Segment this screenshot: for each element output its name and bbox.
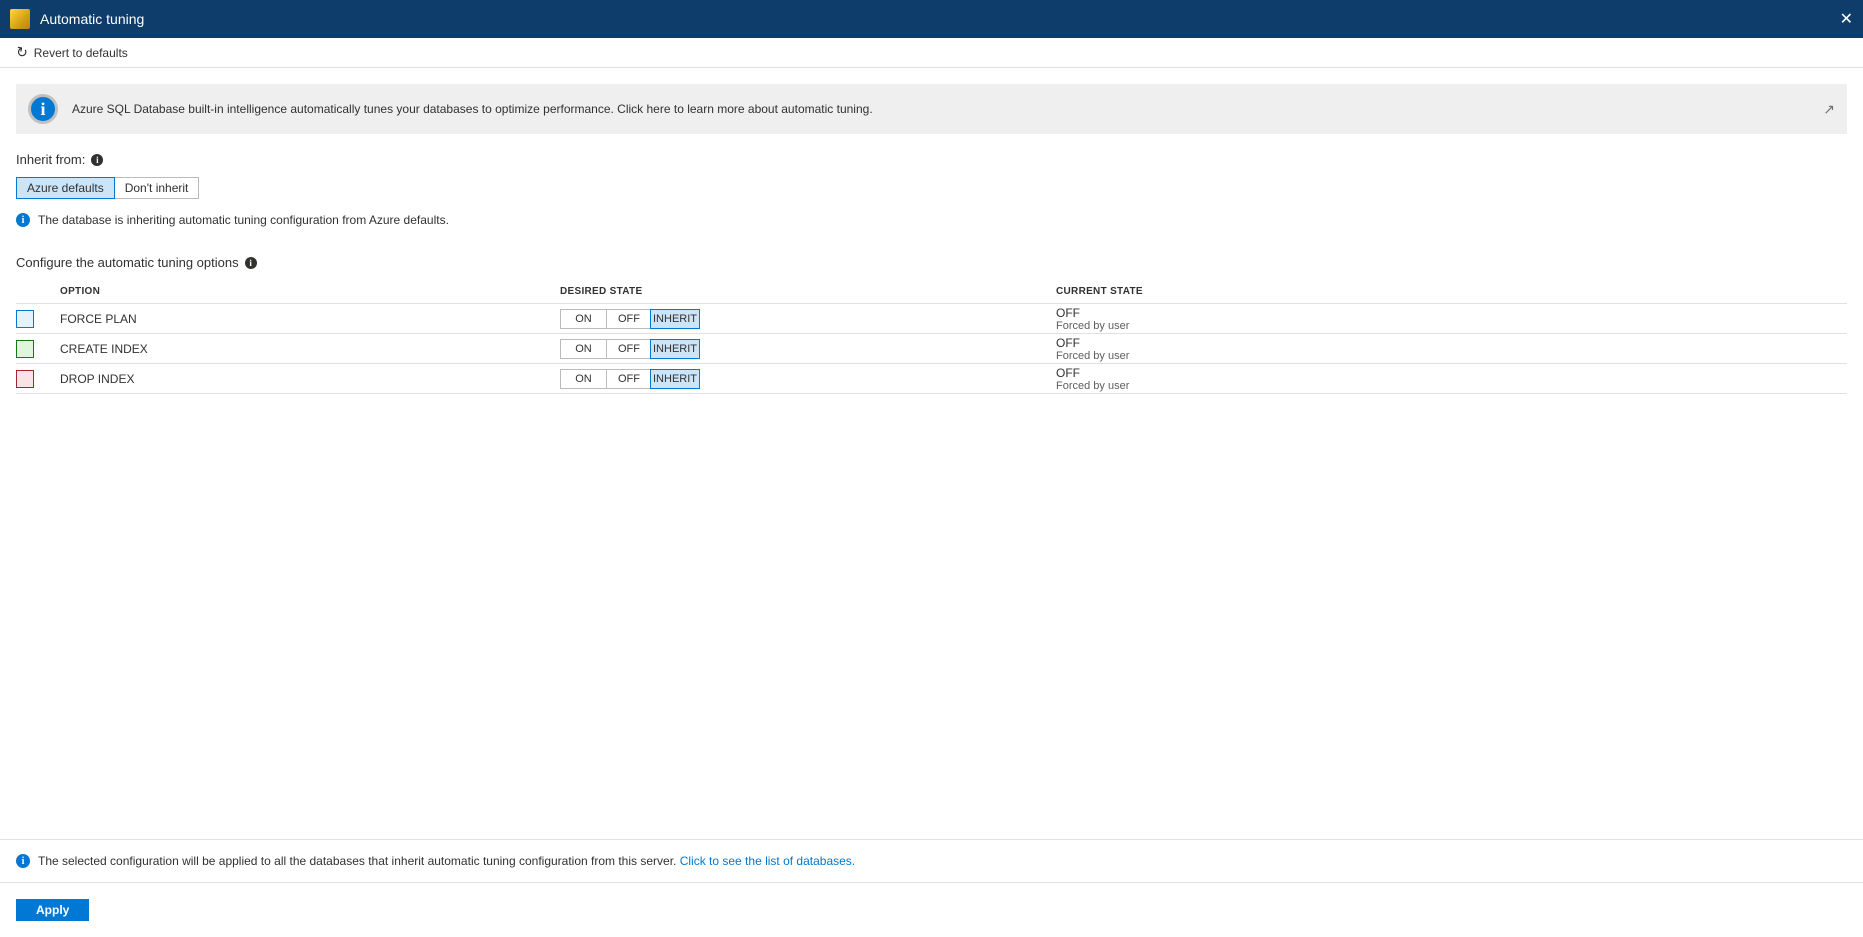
create-index-icon <box>16 340 34 358</box>
toolbar: ↺ Revert to defaults <box>0 38 1863 68</box>
current-state-value: OFF <box>1056 306 1847 320</box>
column-option: OPTION <box>60 286 560 297</box>
table-row: CREATE INDEX ON OFF INHERIT OFF Forced b… <box>16 334 1847 364</box>
inherit-azure-defaults[interactable]: Azure defaults <box>16 177 115 199</box>
state-inherit[interactable]: INHERIT <box>650 309 700 329</box>
desired-state-toggle: ON OFF INHERIT <box>560 369 700 389</box>
state-off[interactable]: OFF <box>606 340 651 358</box>
current-state-value: OFF <box>1056 366 1847 380</box>
option-name: CREATE INDEX <box>60 342 560 356</box>
info-icon: i <box>16 213 30 227</box>
state-off[interactable]: OFF <box>606 310 651 328</box>
inherit-dont-inherit[interactable]: Don't inherit <box>114 178 199 198</box>
database-icon <box>10 9 30 29</box>
close-button[interactable]: ✕ <box>1840 9 1853 29</box>
state-inherit[interactable]: INHERIT <box>650 369 700 389</box>
inherit-from-toggle: Azure defaults Don't inherit <box>16 177 199 199</box>
state-on[interactable]: ON <box>561 310 606 328</box>
configure-label: Configure the automatic tuning options i <box>16 255 1847 270</box>
content-area: i Azure SQL Database built-in intelligen… <box>0 68 1863 837</box>
state-on[interactable]: ON <box>561 370 606 388</box>
footer-text: The selected configuration will be appli… <box>38 854 680 868</box>
table-row: FORCE PLAN ON OFF INHERIT OFF Forced by … <box>16 304 1847 334</box>
state-off[interactable]: OFF <box>606 370 651 388</box>
desired-state-toggle: ON OFF INHERIT <box>560 309 700 329</box>
footer-info: i The selected configuration will be app… <box>0 840 1863 883</box>
external-link-icon[interactable]: ↗ <box>1823 101 1835 118</box>
option-name: DROP INDEX <box>60 372 560 386</box>
help-icon[interactable]: i <box>91 154 103 166</box>
footer: i The selected configuration will be app… <box>0 839 1863 937</box>
info-banner[interactable]: i Azure SQL Database built-in intelligen… <box>16 84 1847 134</box>
info-banner-text: Azure SQL Database built-in intelligence… <box>72 102 1823 116</box>
help-icon[interactable]: i <box>245 257 257 269</box>
info-icon: i <box>28 94 58 124</box>
options-table: OPTION DESIRED STATE CURRENT STATE FORCE… <box>16 280 1847 394</box>
page-title: Automatic tuning <box>40 11 144 27</box>
column-current-state: CURRENT STATE <box>1056 286 1847 297</box>
force-plan-icon <box>16 310 34 328</box>
desired-state-toggle: ON OFF INHERIT <box>560 339 700 359</box>
inherit-from-label: Inherit from: i <box>16 152 1847 167</box>
drop-index-icon <box>16 370 34 388</box>
revert-to-defaults-button[interactable]: ↺ Revert to defaults <box>16 44 128 61</box>
undo-icon: ↺ <box>15 43 30 62</box>
titlebar: Automatic tuning ✕ <box>0 0 1863 38</box>
info-icon: i <box>16 854 30 868</box>
column-desired-state: DESIRED STATE <box>560 286 1056 297</box>
inherit-status: i The database is inheriting automatic t… <box>16 213 1847 227</box>
footer-actions: Apply <box>0 883 1863 937</box>
footer-link[interactable]: Click to see the list of databases. <box>680 854 855 868</box>
table-header: OPTION DESIRED STATE CURRENT STATE <box>16 280 1847 304</box>
option-name: FORCE PLAN <box>60 312 560 326</box>
current-state-detail: Forced by user <box>1056 350 1847 362</box>
state-inherit[interactable]: INHERIT <box>650 339 700 359</box>
table-row: DROP INDEX ON OFF INHERIT OFF Forced by … <box>16 364 1847 394</box>
revert-label: Revert to defaults <box>34 46 128 60</box>
state-on[interactable]: ON <box>561 340 606 358</box>
apply-button[interactable]: Apply <box>16 899 89 921</box>
current-state-detail: Forced by user <box>1056 380 1847 392</box>
current-state-detail: Forced by user <box>1056 320 1847 332</box>
current-state-value: OFF <box>1056 336 1847 350</box>
